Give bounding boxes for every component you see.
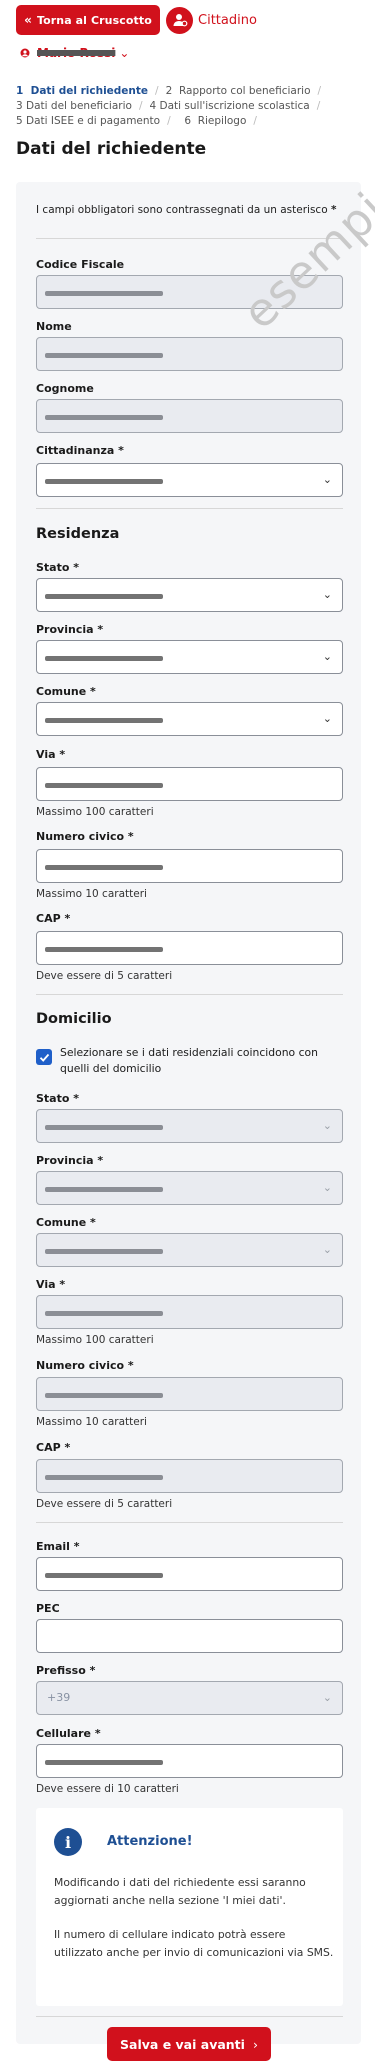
alert-title: Attenzione! (107, 1834, 193, 1849)
back-to-dashboard-button[interactable]: « Torna al Cruscotto (16, 5, 160, 35)
form-card: I campi obbligatori sono contrassegnati … (16, 182, 361, 2044)
divider (36, 2016, 343, 2017)
same-as-residence-label: Selezionare se i dati residenziali coinc… (60, 1046, 318, 1075)
attention-alert: i Attenzione! Modificando i dati del ric… (36, 1808, 343, 2006)
nome-label: Nome (36, 320, 72, 333)
prefisso-label: Prefisso * (36, 1664, 96, 1677)
cittadinanza-label: Cittadinanza * (36, 444, 124, 457)
divider (36, 994, 343, 995)
dom-cap-input (36, 1459, 343, 1493)
page-title: Dati del richiedente (16, 139, 207, 159)
pec-label: PEC (36, 1602, 60, 1615)
dom-stato-label: Stato * (36, 1092, 80, 1105)
res-civico-hint: Massimo 10 caratteri (36, 888, 147, 900)
dom-stato-select: ⌄ (36, 1109, 343, 1143)
res-provincia-label: Provincia * (36, 623, 104, 636)
alert-text-1: Modificando i dati del richiedente essi … (54, 1876, 306, 1907)
cellulare-label: Cellulare * (36, 1727, 101, 1740)
res-stato-select[interactable]: ⌄ (36, 578, 343, 612)
step-1[interactable]: 1 Dati del richiedente (16, 85, 148, 97)
required-note: I campi obbligatori sono contrassegnati … (36, 204, 337, 216)
user-menu[interactable]: Mario Rossi ⌄ (20, 46, 129, 60)
nome-field (36, 337, 343, 371)
double-chevron-left-icon: « (24, 13, 32, 27)
codice-fiscale-field (36, 275, 343, 309)
role-label: Cittadino (198, 12, 257, 28)
cellulare-hint: Deve essere di 10 caratteri (36, 1783, 179, 1795)
chevron-down-icon: ⌄ (322, 473, 332, 486)
res-cap-label: CAP * (36, 912, 71, 925)
chevron-down-icon: ⌄ (322, 650, 332, 663)
user-icon (20, 48, 30, 58)
chevron-right-icon: › (252, 2036, 258, 2052)
res-cap-input[interactable] (36, 931, 343, 965)
email-label: Email * (36, 1540, 80, 1553)
res-via-input[interactable] (36, 767, 343, 801)
chevron-down-icon: ⌄ (322, 712, 332, 725)
step-4[interactable]: 4 Dati sull'iscrizione scolastica (150, 100, 310, 112)
res-comune-label: Comune * (36, 685, 96, 698)
save-and-continue-button[interactable]: Salva e vai avanti › (107, 2027, 271, 2061)
res-via-hint: Massimo 100 caratteri (36, 806, 154, 818)
dom-cap-hint: Deve essere di 5 caratteri (36, 1498, 173, 1510)
chevron-down-icon: ⌄ (322, 1181, 332, 1194)
user-gear-icon (166, 6, 193, 34)
cognome-field (36, 399, 343, 433)
divider (36, 508, 343, 509)
dom-comune-select: ⌄ (36, 1233, 343, 1267)
res-civico-input[interactable] (36, 849, 343, 883)
dom-civico-label: Numero civico * (36, 1359, 134, 1372)
res-provincia-select[interactable]: ⌄ (36, 640, 343, 674)
back-button-label: Torna al Cruscotto (36, 13, 152, 27)
save-button-label: Salva e vai avanti (120, 2036, 245, 2052)
dom-civico-hint: Massimo 10 caratteri (36, 1416, 147, 1428)
cognome-label: Cognome (36, 382, 94, 395)
dom-comune-label: Comune * (36, 1216, 96, 1229)
dom-provincia-select: ⌄ (36, 1171, 343, 1205)
chevron-down-icon: ⌄ (322, 588, 332, 601)
cellulare-input[interactable] (36, 1744, 343, 1778)
step-3[interactable]: 3 Dati del beneficiario (16, 100, 132, 112)
prefisso-select: +39 ⌄ (36, 1681, 343, 1715)
dom-via-input (36, 1295, 343, 1329)
dom-via-hint: Massimo 100 caratteri (36, 1334, 154, 1346)
cittadinanza-select[interactable]: ⌄ (36, 463, 343, 497)
divider (36, 238, 343, 239)
pec-input[interactable] (36, 1619, 343, 1653)
email-input[interactable] (36, 1557, 343, 1591)
res-stato-label: Stato * (36, 561, 80, 574)
step-5[interactable]: 5 Dati ISEE e di pagamento (16, 115, 160, 127)
res-comune-select[interactable]: ⌄ (36, 702, 343, 736)
codice-fiscale-label: Codice Fiscale (36, 258, 125, 271)
step-6[interactable]: 6 Riepilogo (184, 115, 246, 127)
dom-civico-input (36, 1377, 343, 1411)
info-icon: i (54, 1828, 82, 1856)
chevron-down-icon: ⌄ (119, 46, 130, 60)
top-bar: « Torna al Cruscotto Cittadino (16, 5, 257, 35)
role-indicator[interactable]: Cittadino (166, 6, 257, 34)
res-civico-label: Numero civico * (36, 830, 134, 843)
res-via-label: Via * (36, 748, 66, 761)
res-cap-hint: Deve essere di 5 caratteri (36, 970, 173, 982)
dom-via-label: Via * (36, 1278, 66, 1291)
prefisso-value: +39 (47, 1691, 71, 1704)
wizard-steps: 1 Dati del richiedente/2 Rapporto col be… (16, 85, 322, 127)
domicilio-heading: Domicilio (36, 1011, 112, 1027)
alert-text-2: Il numero di cellulare indicato potrà es… (54, 1928, 334, 1959)
step-2[interactable]: 2 Rapporto col beneficiario (166, 85, 311, 97)
dom-cap-label: CAP * (36, 1441, 71, 1454)
same-as-residence-checkbox[interactable] (36, 1049, 52, 1065)
dom-provincia-label: Provincia * (36, 1154, 104, 1167)
residenza-heading: Residenza (36, 526, 120, 542)
chevron-down-icon: ⌄ (322, 1691, 332, 1704)
chevron-down-icon: ⌄ (322, 1119, 332, 1132)
user-name: Mario Rossi (37, 46, 116, 60)
checkmark-icon (39, 1053, 49, 1062)
chevron-down-icon: ⌄ (322, 1243, 332, 1256)
divider (36, 1522, 343, 1523)
